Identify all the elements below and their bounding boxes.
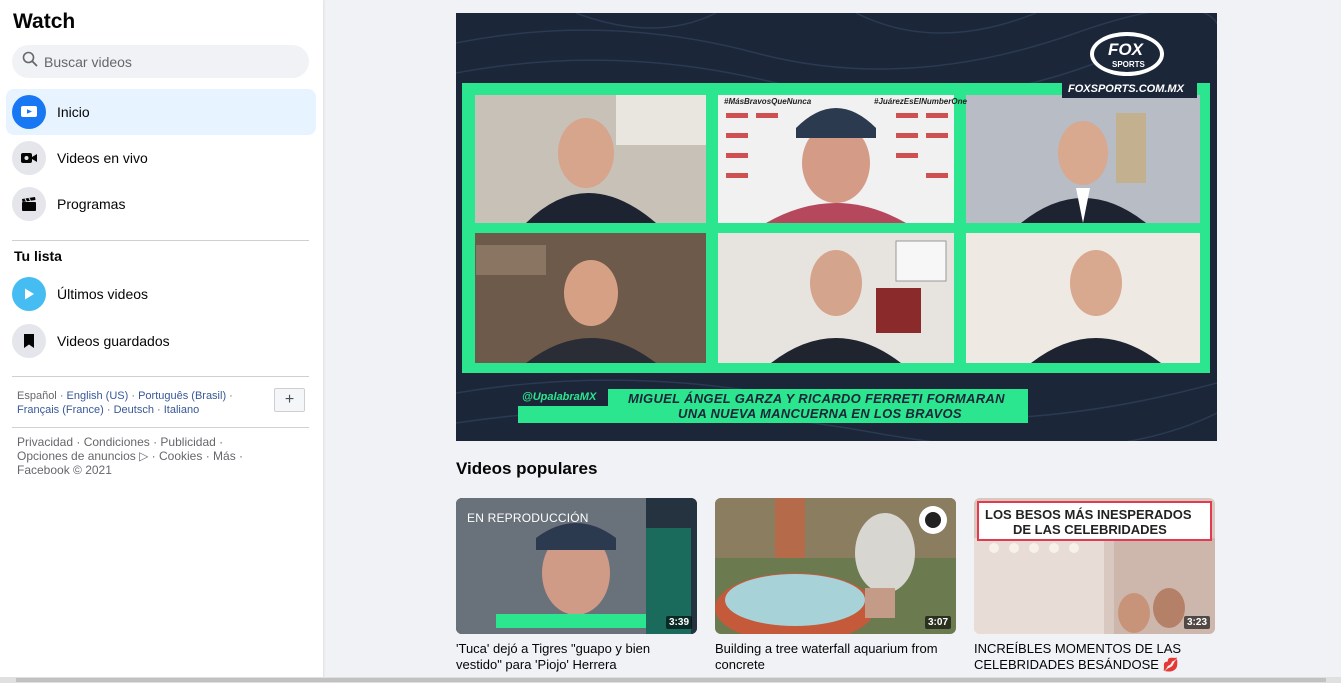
- thumbnail-image: [715, 498, 956, 634]
- video-title[interactable]: Building a tree waterfall aquarium from …: [715, 641, 956, 673]
- video-duration: 3:23: [1183, 616, 1210, 629]
- popular-videos-heading: Videos populares: [456, 459, 598, 478]
- nav-item-videos-guardados[interactable]: Videos guardados: [6, 318, 316, 364]
- terms-link[interactable]: Condiciones: [84, 435, 150, 449]
- nav-label-videos-guardados: Videos guardados: [57, 333, 170, 349]
- bookmark-icon: [12, 324, 46, 358]
- nav-label-programas: Programas: [57, 196, 126, 212]
- video-card[interactable]: LOS BESOS MÁS INESPERADOS DE LAS CELEBRI…: [974, 498, 1215, 673]
- language-link[interactable]: Italiano: [164, 404, 199, 416]
- fox-logo-text-top: FOX: [1108, 40, 1143, 59]
- hashtag-left: #MásBravosQueNunca: [724, 97, 812, 106]
- video-thumbnail[interactable]: 3:07: [715, 498, 956, 634]
- participant-tile: [475, 233, 706, 363]
- horizontal-scrollbar[interactable]: [0, 677, 1341, 683]
- clapperboard-icon: [12, 187, 46, 221]
- nav-item-programas[interactable]: Programas: [6, 181, 316, 227]
- thumbnail-banner-line-2: DE LAS CELEBRIDADES: [1013, 522, 1167, 537]
- tu-lista-title: Tu lista: [14, 248, 62, 264]
- participant-tile: [718, 95, 954, 223]
- video-thumbnail[interactable]: EN REPRODUCCIÓN 3:39: [456, 498, 697, 634]
- live-camera-icon: [12, 141, 46, 175]
- search-input[interactable]: [44, 53, 284, 70]
- fox-logo-text-bottom: SPORTS: [1112, 60, 1145, 69]
- language-link[interactable]: English (US): [67, 390, 129, 402]
- language-list: Español · English (US) · Português (Bras…: [17, 390, 233, 416]
- video-duration: 3:39: [665, 616, 692, 629]
- brand-url: FOXSPORTS.COM.MX: [1068, 83, 1184, 95]
- play-icon: [12, 277, 46, 311]
- now-playing-label: EN REPRODUCCIÓN: [467, 511, 589, 525]
- headline-line-1: MIGUEL ÁNGEL GARZA Y RICARDO FERRETI FOR…: [628, 391, 1005, 406]
- search-icon: [22, 51, 38, 72]
- more-link[interactable]: Más: [213, 449, 236, 463]
- video-frame: [456, 13, 1217, 441]
- video-title[interactable]: 'Tuca' dejó a Tigres "guapo y bien vesti…: [456, 641, 697, 673]
- language-link[interactable]: Français (France): [17, 404, 104, 416]
- hashtag-right: #JuárezEsElNumberOne: [874, 97, 967, 106]
- participant-tile: [475, 95, 706, 223]
- video-screen-icon: [12, 95, 46, 129]
- video-card[interactable]: EN REPRODUCCIÓN 3:39 'Tuca' dejó a Tigre…: [456, 498, 697, 673]
- nav-label-videos-en-vivo: Videos en vivo: [57, 150, 148, 166]
- main-video-player[interactable]: FOX SPORTS FOXSPORTS.COM.MX #MásBravosQu…: [456, 13, 1217, 441]
- search-box[interactable]: [12, 45, 309, 78]
- sidebar-divider: [12, 427, 309, 428]
- participant-tile: [966, 233, 1200, 363]
- headline-line-2: UNA NUEVA MANCUERNA EN LOS BRAVOS: [678, 406, 962, 421]
- footer-links: Privacidad · Condiciones · Publicidad · …: [17, 435, 244, 477]
- current-language: Español: [17, 390, 57, 402]
- advertising-link[interactable]: Publicidad: [160, 435, 215, 449]
- scrollbar-thumb[interactable]: [16, 678, 1326, 682]
- participant-tile: [966, 95, 1200, 223]
- sidebar-divider: [12, 376, 309, 377]
- copyright: Facebook © 2021: [17, 463, 112, 477]
- video-card[interactable]: 3:07 Building a tree waterfall aquarium …: [715, 498, 956, 673]
- nav-label-ultimos-videos: Últimos videos: [57, 286, 149, 302]
- video-duration: 3:07: [924, 616, 951, 629]
- thumbnail-banner-line-1: LOS BESOS MÁS INESPERADOS: [985, 507, 1192, 522]
- privacy-link[interactable]: Privacidad: [17, 435, 73, 449]
- video-title[interactable]: INCREÍBLES MOMENTOS DE LAS CELEBRIDADES …: [974, 641, 1215, 673]
- watch-sidebar: Watch Inicio Videos en vivo Programas Tu…: [0, 0, 323, 683]
- ad-choices-icon: ▷: [139, 449, 149, 463]
- video-thumbnail[interactable]: LOS BESOS MÁS INESPERADOS DE LAS CELEBRI…: [974, 498, 1215, 634]
- ad-choices-link[interactable]: Opciones de anuncios: [17, 449, 136, 463]
- language-link[interactable]: Deutsch: [114, 404, 154, 416]
- sidebar-divider: [12, 240, 309, 241]
- more-languages-button[interactable]: +: [274, 388, 305, 412]
- language-link[interactable]: Português (Brasil): [138, 390, 226, 402]
- sidebar-title: Watch: [13, 10, 76, 33]
- nav-item-inicio[interactable]: Inicio: [6, 89, 316, 135]
- participant-tile: [718, 233, 954, 363]
- nav-item-videos-en-vivo[interactable]: Videos en vivo: [6, 135, 316, 181]
- nav-label-inicio: Inicio: [57, 104, 90, 120]
- cookies-link[interactable]: Cookies: [159, 449, 202, 463]
- nav-item-ultimos-videos[interactable]: Últimos videos: [6, 271, 316, 317]
- social-handle: @UpalabraMX: [522, 391, 597, 403]
